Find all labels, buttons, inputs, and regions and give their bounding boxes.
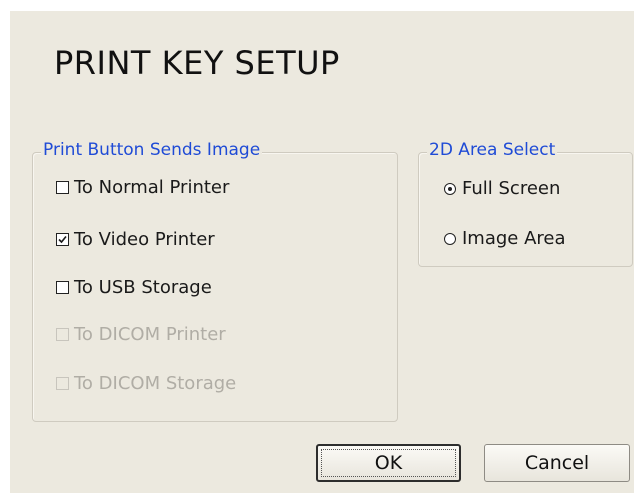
checkbox-dicom-storage xyxy=(56,377,69,390)
area-select-group: 2D Area Select xyxy=(418,140,633,267)
option-usb-storage-label: To USB Storage xyxy=(74,277,212,298)
checkbox-video-printer[interactable] xyxy=(56,233,69,246)
focus-indicator xyxy=(321,449,456,477)
checkbox-normal-printer[interactable] xyxy=(56,181,69,194)
radio-image-area[interactable] xyxy=(444,232,456,245)
option-image-area-label: Image Area xyxy=(462,228,566,249)
checkmark-icon xyxy=(58,235,67,244)
option-full-screen-label: Full Screen xyxy=(462,178,561,199)
radio-selected-dot xyxy=(448,186,452,191)
option-normal-printer[interactable]: To Normal Printer xyxy=(56,177,229,198)
option-dicom-printer: To DICOM Printer xyxy=(56,324,226,345)
ok-button[interactable]: OK xyxy=(316,444,461,482)
option-normal-printer-label: To Normal Printer xyxy=(74,177,230,198)
radio-full-screen[interactable] xyxy=(444,182,456,195)
option-dicom-printer-label: To DICOM Printer xyxy=(74,324,226,345)
option-video-printer-label: To Video Printer xyxy=(74,229,215,250)
option-usb-storage[interactable]: To USB Storage xyxy=(56,277,212,298)
option-dicom-storage-label: To DICOM Storage xyxy=(74,373,237,394)
checkbox-usb-storage[interactable] xyxy=(56,281,69,294)
checkbox-dicom-printer xyxy=(56,328,69,341)
option-dicom-storage: To DICOM Storage xyxy=(56,373,236,394)
option-image-area[interactable]: Image Area xyxy=(444,228,566,249)
print-destination-group-label: Print Button Sends Image xyxy=(41,140,263,160)
option-video-printer[interactable]: To Video Printer xyxy=(56,229,215,250)
dialog-title: PRINT KEY SETUP xyxy=(54,44,340,82)
option-full-screen[interactable]: Full Screen xyxy=(444,178,560,199)
cancel-button-label: Cancel xyxy=(524,452,590,474)
print-key-setup-dialog: PRINT KEY SETUP Print Button Sends Image… xyxy=(10,11,634,493)
area-select-group-label: 2D Area Select xyxy=(427,140,558,160)
cancel-button[interactable]: Cancel xyxy=(484,444,630,482)
